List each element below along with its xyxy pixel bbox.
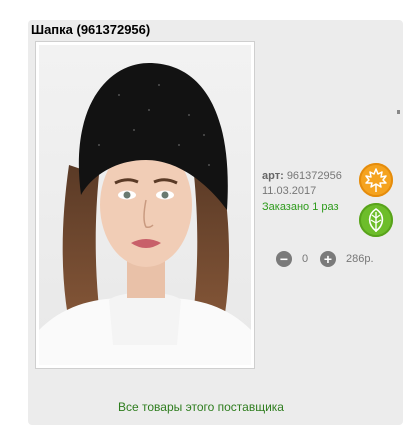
product-price: 286р.: [346, 253, 374, 265]
article-info: арт: 961372956: [262, 170, 342, 182]
minus-circle-icon[interactable]: −: [276, 251, 292, 267]
quantity-value: 0: [302, 253, 309, 265]
product-image[interactable]: [39, 45, 251, 365]
supplier-products-link[interactable]: Все товары этого поставщика: [118, 400, 284, 414]
scroll-tick: [397, 110, 400, 114]
product-title: Шапка (961372956): [31, 22, 151, 37]
maple-leaf-icon[interactable]: [359, 163, 393, 197]
plus-circle-icon[interactable]: +: [320, 251, 336, 267]
leaf-icon[interactable]: [359, 203, 393, 237]
product-date: 11.03.2017: [262, 185, 317, 197]
ordered-count: Заказано 1 раз: [262, 201, 339, 213]
article-label: арт:: [262, 170, 284, 182]
article-number: 961372956: [286, 170, 342, 182]
product-image-frame[interactable]: [35, 41, 255, 369]
